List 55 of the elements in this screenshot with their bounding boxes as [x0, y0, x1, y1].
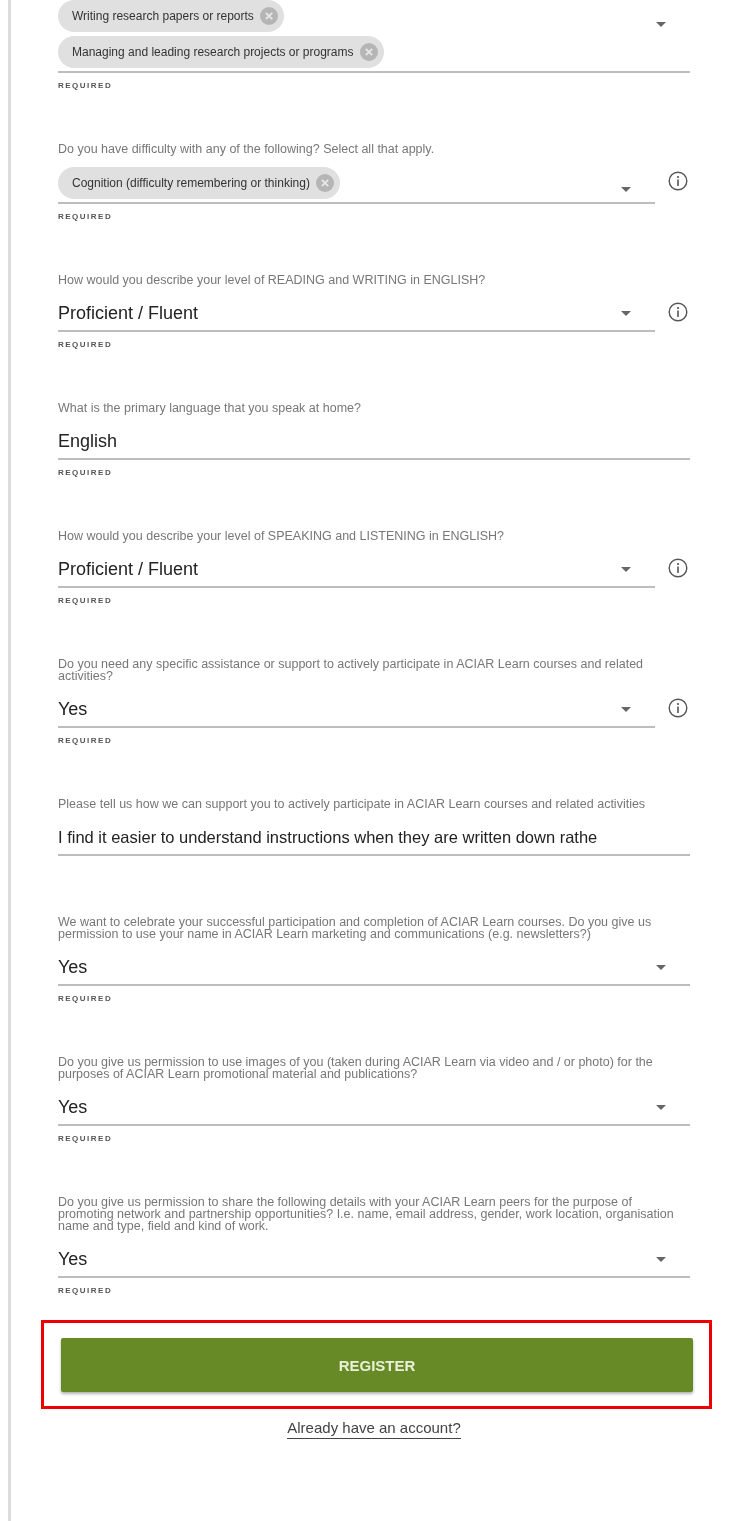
required-hint: REQUIRED	[58, 736, 114, 746]
field-label: Please tell us how we can support you to actively participate in ACIAR Learn courses and related activities	[58, 798, 647, 810]
field-label: What is the primary language that you speak at home?	[58, 402, 362, 414]
chip-label: Managing and leading research projects or programs	[72, 45, 354, 59]
required-hint: REQUIRED	[58, 212, 114, 222]
chip[interactable]: Writing research papers or reports	[58, 0, 284, 32]
login-link[interactable]: Already have an account?	[287, 1419, 461, 1439]
field-label: Do you give us permission to use images of you (taken during ACIAR Learn via video and / or photo) for the purposes of ACIAR Learn promotional material and publications?	[58, 1056, 654, 1080]
input-field[interactable]: English	[58, 424, 690, 460]
caret-down-icon[interactable]	[656, 1256, 666, 1262]
input-field[interactable]: I find it easier to understand instructions when they are written down rathe	[58, 820, 690, 856]
info-icon[interactable]	[668, 698, 688, 718]
chip[interactable]: Cognition (difficulty remembering or thinking)	[58, 167, 340, 199]
dropdown-field[interactable]: Yes	[58, 950, 690, 986]
required-hint: REQUIRED	[58, 81, 114, 91]
dropdown-field[interactable]: Yes	[58, 692, 655, 728]
multi-select-field[interactable]: Writing research papers or reports Managing and leading research projects or programs	[58, 0, 690, 73]
field-value: Yes	[58, 1095, 88, 1119]
field-value: Yes	[58, 955, 88, 979]
dropdown-field[interactable]: Proficient / Fluent	[58, 296, 655, 332]
field-label: How would you describe your level of SPEAKING and LISTENING in ENGLISH?	[58, 530, 506, 542]
field-value: Proficient / Fluent	[58, 301, 199, 325]
field-label: Do you need any specific assistance or support to actively participate in ACIAR Learn courses and related activities?	[58, 658, 645, 682]
field-value: I find it easier to understand instructions when they are written down rathe	[58, 826, 598, 848]
caret-down-icon[interactable]	[656, 1104, 666, 1110]
required-hint: REQUIRED	[58, 1286, 114, 1296]
info-icon[interactable]	[668, 302, 688, 322]
field-label: Do you give us permission to share the following details with your ACIAR Learn peers for the purpose of promoting network and partnership opportunities? I.e. name, email address, gender, work location, organisation name and type, field and kind of work.	[58, 1196, 675, 1232]
required-hint: REQUIRED	[58, 468, 114, 478]
field-label: How would you describe your level of READING and WRITING in ENGLISH?	[58, 274, 487, 286]
field-label: We want to celebrate your successful participation and completion of ACIAR Learn courses. Do you give us permission to use your name in ACIAR Learn marketing and communications (e.g. newsletters?)	[58, 916, 653, 940]
chip-label: Cognition (difficulty remembering or thinking)	[72, 176, 310, 190]
required-hint: REQUIRED	[58, 1134, 114, 1144]
required-hint: REQUIRED	[58, 596, 114, 606]
field-value: Yes	[58, 697, 88, 721]
chip-label: Writing research papers or reports	[72, 9, 254, 23]
field-value: Yes	[58, 1247, 88, 1271]
field-value: Proficient / Fluent	[58, 557, 199, 581]
dropdown-field[interactable]: Proficient / Fluent	[58, 552, 655, 588]
field-value: English	[58, 429, 118, 453]
required-hint: REQUIRED	[58, 340, 114, 350]
info-icon[interactable]	[668, 171, 688, 191]
field-label: Do you have difficulty with any of the following? Select all that apply.	[58, 143, 436, 155]
multi-select-field[interactable]: Cognition (difficulty remembering or thinking)	[58, 165, 655, 204]
dropdown-field[interactable]: Yes	[58, 1090, 690, 1126]
required-hint: REQUIRED	[58, 994, 114, 1004]
dropdown-field[interactable]: Yes	[58, 1242, 690, 1278]
caret-down-icon[interactable]	[621, 566, 631, 572]
chip[interactable]: Managing and leading research projects or programs	[58, 36, 384, 68]
caret-down-icon[interactable]	[621, 310, 631, 316]
caret-down-icon[interactable]	[656, 22, 666, 27]
caret-down-icon[interactable]	[656, 964, 666, 970]
info-icon[interactable]	[668, 558, 688, 578]
caret-down-icon[interactable]	[621, 187, 631, 192]
caret-down-icon[interactable]	[621, 706, 631, 712]
